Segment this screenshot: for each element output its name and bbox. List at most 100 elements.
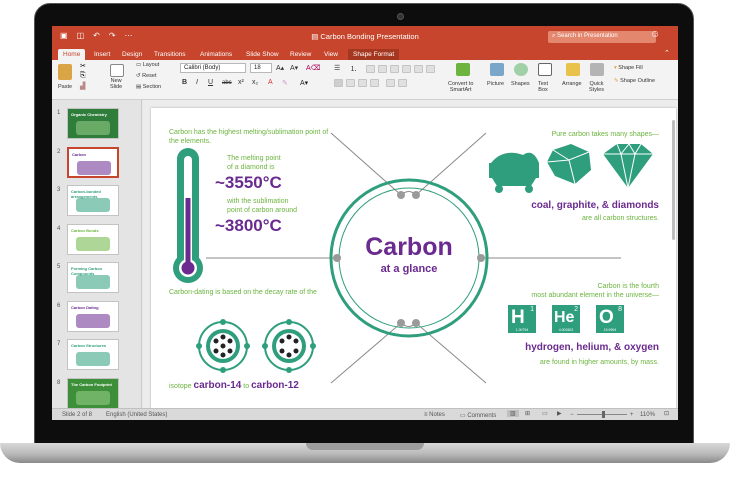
font-color-icon[interactable]: A xyxy=(268,79,273,86)
arrange-label[interactable]: Arrange xyxy=(562,81,582,87)
columns-icon[interactable] xyxy=(402,65,411,73)
fit-to-window-icon[interactable]: ⊡ xyxy=(664,410,669,417)
center-title[interactable]: Carbon xyxy=(151,233,667,262)
slide-thumbnail[interactable]: Carbon-bonded arrangements xyxy=(67,185,119,216)
smartart-icon[interactable] xyxy=(456,63,470,76)
slide-thumbnail[interactable]: Carbon Dating xyxy=(67,300,119,332)
text-box-button[interactable]: Text Box xyxy=(538,81,548,93)
quick-styles-button[interactable]: Quick Styles xyxy=(589,81,604,93)
highlight-icon[interactable]: ✎ xyxy=(282,79,288,87)
tab-slide-show[interactable]: Slide Show xyxy=(246,49,279,60)
comments-button[interactable]: ▭ Comments xyxy=(460,412,496,419)
text-box-icon[interactable] xyxy=(538,63,552,76)
shape-outline-button[interactable]: ✎ Shape Outline xyxy=(614,78,655,84)
shapes-icon[interactable] xyxy=(514,63,528,76)
shapes-label[interactable]: Shapes xyxy=(511,81,530,87)
abundant-elements-list[interactable]: hydrogen, helium, & oxygen xyxy=(451,342,659,354)
slide-thumbnail[interactable]: The Carbon Footprint xyxy=(67,377,119,409)
increase-indent-icon[interactable] xyxy=(378,65,387,73)
quick-styles-icon[interactable] xyxy=(590,63,604,76)
cut-icon[interactable]: ✂ xyxy=(80,62,86,70)
underline-icon[interactable]: U xyxy=(208,79,213,86)
italic-icon[interactable]: I xyxy=(196,79,198,86)
search-input[interactable]: ⌕ Search in Presentation xyxy=(548,31,656,43)
superscript-icon[interactable]: x² xyxy=(238,79,244,86)
carbon-shapes-intro[interactable]: Pure carbon takes many shapes— xyxy=(493,130,659,139)
reset-button[interactable]: ↺ Reset xyxy=(136,73,157,79)
language[interactable]: English (United States) xyxy=(106,412,167,418)
align-left-icon[interactable] xyxy=(334,79,343,87)
tab-design[interactable]: Design xyxy=(122,49,142,60)
text-color-icon[interactable]: A▾ xyxy=(300,79,308,87)
collapse-ribbon-icon[interactable]: ⌃ xyxy=(664,49,670,57)
zoom-in-icon[interactable]: + xyxy=(630,412,634,418)
justify-icon[interactable] xyxy=(370,79,379,87)
align-center-icon[interactable] xyxy=(346,79,355,87)
align-right-icon[interactable] xyxy=(358,79,367,87)
text-box-options-icon[interactable] xyxy=(398,79,407,87)
element-helium[interactable]: He 2 4.002602 xyxy=(552,305,580,333)
vertical-align-icon[interactable] xyxy=(386,79,395,87)
new-slide-icon[interactable] xyxy=(110,64,124,77)
reading-view-icon[interactable]: ▭ xyxy=(542,410,548,417)
tab-review[interactable]: Review xyxy=(290,49,311,60)
slide-sorter-icon[interactable]: ⊞ xyxy=(525,410,530,417)
carbon-shapes-list[interactable]: coal, graphite, & diamonds xyxy=(461,200,659,212)
element-oxygen[interactable]: O 8 15.9994 xyxy=(596,305,624,333)
grow-font-icon[interactable]: A▴ xyxy=(276,64,284,72)
zoom-out-icon[interactable]: − xyxy=(570,412,574,418)
shape-fill-button[interactable]: ▾ Shape Fill xyxy=(614,65,643,71)
melting-point-value[interactable]: ~3550°C xyxy=(215,173,282,193)
subscript-icon[interactable]: x₂ xyxy=(252,79,258,86)
copy-icon[interactable]: ⎘ xyxy=(80,72,86,80)
tab-home[interactable]: Home xyxy=(58,49,86,60)
slide-thumbnail[interactable]: Carbon Bonds xyxy=(67,223,119,255)
decrease-indent-icon[interactable] xyxy=(366,65,375,73)
vertical-scrollbar[interactable] xyxy=(672,120,675,240)
slideshow-view-icon[interactable]: ▶ xyxy=(557,410,562,417)
sublimation-label[interactable]: with the sublimation point of carbon arou… xyxy=(227,197,297,215)
tab-shape-format[interactable]: Shape Format xyxy=(348,49,400,60)
element-hydrogen[interactable]: H 1 1.00794 xyxy=(508,305,536,333)
abundance-intro[interactable]: Carbon is the fourth most abundant elemen… xyxy=(451,282,659,300)
shrink-font-icon[interactable]: A▾ xyxy=(290,64,298,72)
slide-thumbnail[interactable]: Organic Chemistry xyxy=(67,108,119,139)
zoom-slider-thumb[interactable] xyxy=(602,411,605,418)
carbon-dating-isotopes[interactable]: isotope carbon-14 to carbon-12 xyxy=(169,380,389,393)
tab-insert[interactable]: Insert xyxy=(94,49,110,60)
zoom-level[interactable]: 110% xyxy=(640,412,655,418)
align-text-icon[interactable] xyxy=(426,65,435,73)
melting-point-label[interactable]: The melting point of a diamond is xyxy=(227,154,281,172)
carbon-dating-intro[interactable]: Carbon-dating is based on the decay rate… xyxy=(169,288,369,297)
slide-canvas[interactable]: Carbon at a glance Carbon has the highes… xyxy=(151,108,676,408)
picture-icon[interactable] xyxy=(490,63,504,76)
paste-icon[interactable] xyxy=(58,64,72,80)
convert-smartart-button[interactable]: Convert to SmartArt xyxy=(448,81,473,93)
clear-formatting-icon[interactable]: A⌫ xyxy=(306,64,321,72)
paste-label[interactable]: Paste xyxy=(58,84,72,90)
arrange-icon[interactable] xyxy=(566,63,580,76)
slide-thumbnail[interactable]: Forming Carbon Compounds xyxy=(67,262,119,293)
tab-view[interactable]: View xyxy=(324,49,338,60)
normal-view-icon[interactable]: ▥ xyxy=(507,410,519,417)
tab-transitions[interactable]: Transitions xyxy=(154,49,186,60)
tab-animations[interactable]: Animations xyxy=(200,49,232,60)
abundance-caption[interactable]: are found in higher amounts, by mass. xyxy=(451,358,659,367)
notes-button[interactable]: ≡ Notes xyxy=(424,412,445,418)
melting-point-intro[interactable]: Carbon has the highest melting/sublimati… xyxy=(169,128,369,146)
carbon-shapes-caption[interactable]: are all carbon structures. xyxy=(493,214,659,223)
font-name-select[interactable]: Calibri (Body) xyxy=(180,63,246,73)
picture-label[interactable]: Picture xyxy=(487,81,504,87)
smiley-feedback-icon[interactable]: ☺ xyxy=(650,29,660,40)
sublimation-value[interactable]: ~3800°C xyxy=(215,216,282,236)
section-button[interactable]: ▤ Section xyxy=(136,84,161,90)
new-slide-button[interactable]: New Slide xyxy=(110,78,122,90)
format-painter-icon[interactable]: ▟ xyxy=(80,82,85,90)
bold-icon[interactable]: B xyxy=(182,79,187,86)
font-size-select[interactable]: 18 xyxy=(250,63,272,73)
text-direction-icon[interactable] xyxy=(414,65,423,73)
line-spacing-icon[interactable] xyxy=(390,65,399,73)
center-subtitle[interactable]: at a glance xyxy=(151,263,667,275)
layout-button[interactable]: ▭ Layout xyxy=(136,62,159,68)
slide-thumbnail[interactable]: Carbon Structures xyxy=(67,339,119,370)
